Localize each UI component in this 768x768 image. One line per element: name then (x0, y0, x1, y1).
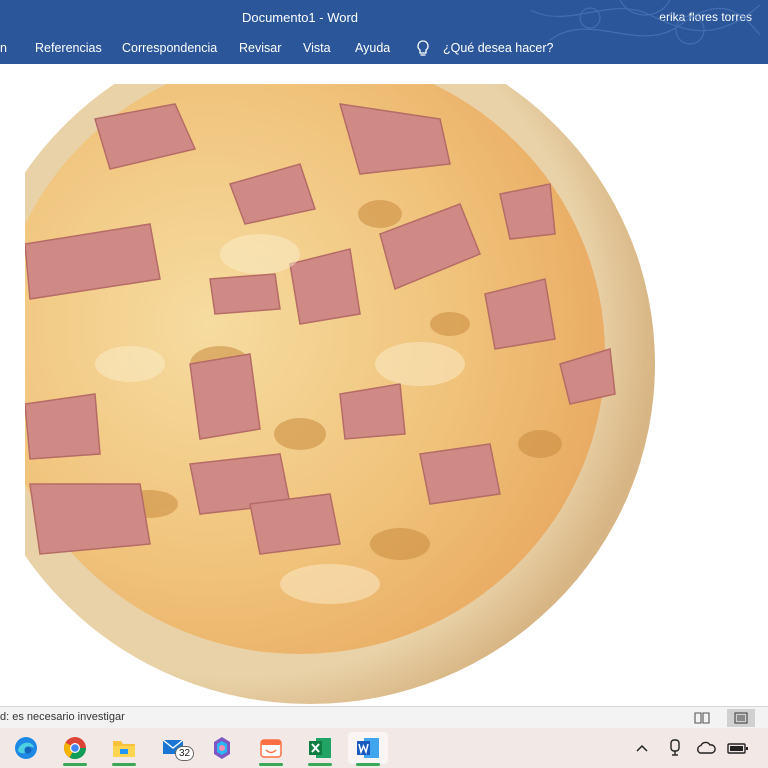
word-icon[interactable] (348, 732, 388, 766)
mail-icon[interactable]: 32 (155, 732, 195, 764)
tab-referencias[interactable]: Referencias (35, 41, 102, 55)
tab-ayuda[interactable]: Ayuda (355, 41, 390, 55)
tab-vista[interactable]: Vista (303, 41, 331, 55)
status-bar: d: es necesario investigar (0, 706, 768, 729)
decorative-swirl (530, 0, 760, 45)
document-title: Documento1 - Word (241, 10, 359, 25)
mail-badge: 32 (175, 746, 195, 761)
read-mode-icon[interactable] (688, 709, 716, 727)
document-canvas[interactable] (0, 64, 768, 706)
tab-diseno[interactable]: n (0, 41, 7, 55)
taskbar: 32 (0, 728, 768, 768)
chevron-up-icon[interactable] (628, 734, 656, 762)
paint-icon[interactable] (251, 732, 291, 766)
pizza-image[interactable] (0, 64, 768, 706)
print-layout-icon[interactable] (727, 709, 755, 727)
battery-icon[interactable] (724, 734, 752, 762)
copilot-icon[interactable] (202, 732, 242, 764)
chrome-icon[interactable] (55, 732, 95, 766)
tab-revisar[interactable]: Revisar (239, 41, 281, 55)
lightbulb-icon (416, 40, 430, 61)
tab-correspondencia[interactable]: Correspondencia (122, 41, 217, 55)
meet-now-icon[interactable] (661, 734, 689, 762)
status-text: d: es necesario investigar (0, 711, 125, 723)
onedrive-icon[interactable] (692, 734, 720, 762)
excel-icon[interactable] (300, 732, 340, 766)
file-explorer-icon[interactable] (104, 732, 144, 766)
edge-icon[interactable] (6, 732, 46, 764)
